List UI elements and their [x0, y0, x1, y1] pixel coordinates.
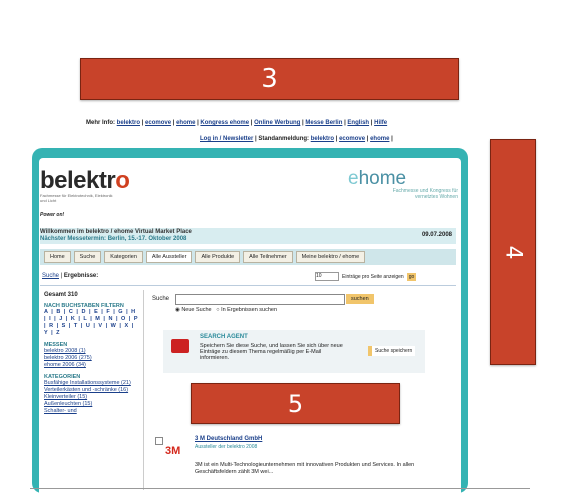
kategorie-filter-item[interactable]: Außenleuchten (15): [44, 401, 139, 408]
messe-filter-item[interactable]: belektro 2006 (275): [44, 355, 139, 362]
messe-filter-item[interactable]: belektro 2008 (1): [44, 348, 139, 355]
kategorie-filter-item[interactable]: Busfähige Installationssysteme (21): [44, 380, 139, 387]
link-hilfe[interactable]: Hilfe: [374, 120, 387, 126]
link-belektro[interactable]: belektro: [117, 120, 140, 126]
divider: [40, 285, 456, 286]
stand-ecomove-link[interactable]: ecomove: [339, 136, 365, 142]
exhibitor-title[interactable]: 3 M Deutschland GmbH: [195, 436, 262, 442]
link-english[interactable]: English: [347, 120, 369, 126]
kategorie-filter-item[interactable]: Schalter- und: [44, 408, 139, 415]
nav-suche[interactable]: Suche: [73, 251, 102, 263]
annotation-marker-4: 4: [490, 139, 536, 365]
nav-alle-produkte[interactable]: Alle Produkte: [195, 251, 241, 263]
result-checkbox[interactable]: [155, 437, 163, 445]
radio-search-in-results-label: In Ergebnissen suchen: [221, 307, 278, 313]
nav-home[interactable]: Home: [44, 251, 71, 263]
belektro-logo[interactable]: belektro: [40, 167, 130, 195]
breadcrumb-suche[interactable]: Suche: [42, 273, 59, 279]
ehome-tagline: Fachmesse und Kongress für vernetztes Wo…: [392, 188, 458, 200]
link-ecomove[interactable]: ecomove: [145, 120, 171, 126]
current-date: 09.07.2008: [421, 232, 452, 238]
main-nav: Home Suche Kategorien Alle Aussteller Al…: [40, 249, 456, 265]
radio-search-in-results[interactable]: ○ In Ergebnissen suchen: [216, 307, 277, 313]
per-page-go-button[interactable]: go: [406, 272, 417, 281]
column-divider: [143, 290, 144, 490]
exhibitor-subtitle: Aussteller der belektro 2008: [195, 444, 258, 450]
search-mode: ◉ Neue Suche ○ In Ergebnissen suchen: [175, 307, 277, 313]
stand-belektro-link[interactable]: belektro: [311, 136, 334, 142]
radio-new-search-label: Neue Suche: [181, 307, 212, 313]
nav-alle-aussteller[interactable]: Alle Aussteller: [145, 251, 193, 263]
search-input[interactable]: [175, 294, 345, 305]
breadcrumb-current: Ergebnisse:: [63, 273, 99, 279]
nav-meine[interactable]: Meine belektro / ehome: [295, 251, 366, 263]
exhibitor-description: 3M ist ein Multi-Technologieunternehmen …: [195, 462, 415, 475]
next-fair-date: Nächster Messetermin: Berlin, 15.-17. Ok…: [40, 236, 187, 242]
radio-new-search[interactable]: ◉ Neue Suche: [175, 307, 212, 313]
exhibitor-logo[interactable]: 3M: [165, 445, 180, 457]
messe-filter-item[interactable]: ehome 2006 (34): [44, 362, 139, 369]
search-agent-title: SEARCH AGENT: [200, 334, 248, 340]
kategorie-filter-item[interactable]: Kleinverteiler (15): [44, 394, 139, 401]
result-total: Gesamt 310: [44, 292, 78, 298]
login-newsletter-link[interactable]: Log in / Newsletter: [200, 136, 253, 142]
login-links: Log in / Newsletter | Standanmeldung: be…: [200, 136, 393, 142]
nav-kategorien[interactable]: Kategorien: [104, 251, 143, 263]
letter-filter[interactable]: A | B | C | D | E | F | G | H | I | J | …: [44, 309, 139, 337]
belektro-tagline: Fachmesse für Elektrotechnik, Elektronik…: [40, 193, 113, 203]
annotation-marker-3: 3: [80, 58, 459, 100]
kategorie-filter-item[interactable]: Verteilerkästen und -schränke (16): [44, 387, 139, 394]
link-werbung[interactable]: Online Werbung: [254, 120, 300, 126]
link-kongress[interactable]: Kongress ehome: [200, 120, 249, 126]
poweron-slogan: Power on!: [40, 212, 65, 218]
annotation-marker-5: 5: [191, 383, 400, 424]
search-agent-box: SEARCH AGENT Speichern Sie diese Suche, …: [163, 330, 425, 373]
search-agent-text: Speichern Sie diese Suche, und lassen Si…: [200, 343, 343, 361]
stand-prefix: Standanmeldung:: [258, 136, 310, 142]
envelope-icon: [171, 339, 189, 353]
info-prefix: Mehr Info:: [86, 120, 115, 126]
ehome-logo[interactable]: ehome: [348, 168, 406, 190]
per-page-select[interactable]: 10: [315, 272, 339, 281]
save-search-button[interactable]: Suche speichern: [368, 346, 416, 356]
stand-ehome-link[interactable]: ehome: [370, 136, 389, 142]
link-ehome[interactable]: ehome: [176, 120, 195, 126]
search-button[interactable]: suchen: [346, 294, 374, 304]
nav-alle-teilnehmer[interactable]: Alle Teilnehmer: [243, 251, 293, 263]
per-page-control: 10 Einträge pro Seite anzeigen go: [315, 272, 417, 281]
welcome-bar: Willkommen im belektro / ehome Virtual M…: [40, 228, 456, 244]
top-info-links: Mehr Info: belektro | ecomove | ehome | …: [86, 120, 388, 126]
link-messe-berlin[interactable]: Messe Berlin: [305, 120, 342, 126]
filter-sidebar: Gesamt 310 NACH BUCHSTABEN FILTERN A | B…: [44, 292, 139, 415]
breadcrumb: Suche | Ergebnisse:: [42, 273, 98, 279]
per-page-label: Einträge pro Seite anzeigen: [342, 273, 404, 280]
welcome-title: Willkommen im belektro / ehome Virtual M…: [40, 229, 192, 235]
search-label: Suche: [152, 296, 170, 302]
